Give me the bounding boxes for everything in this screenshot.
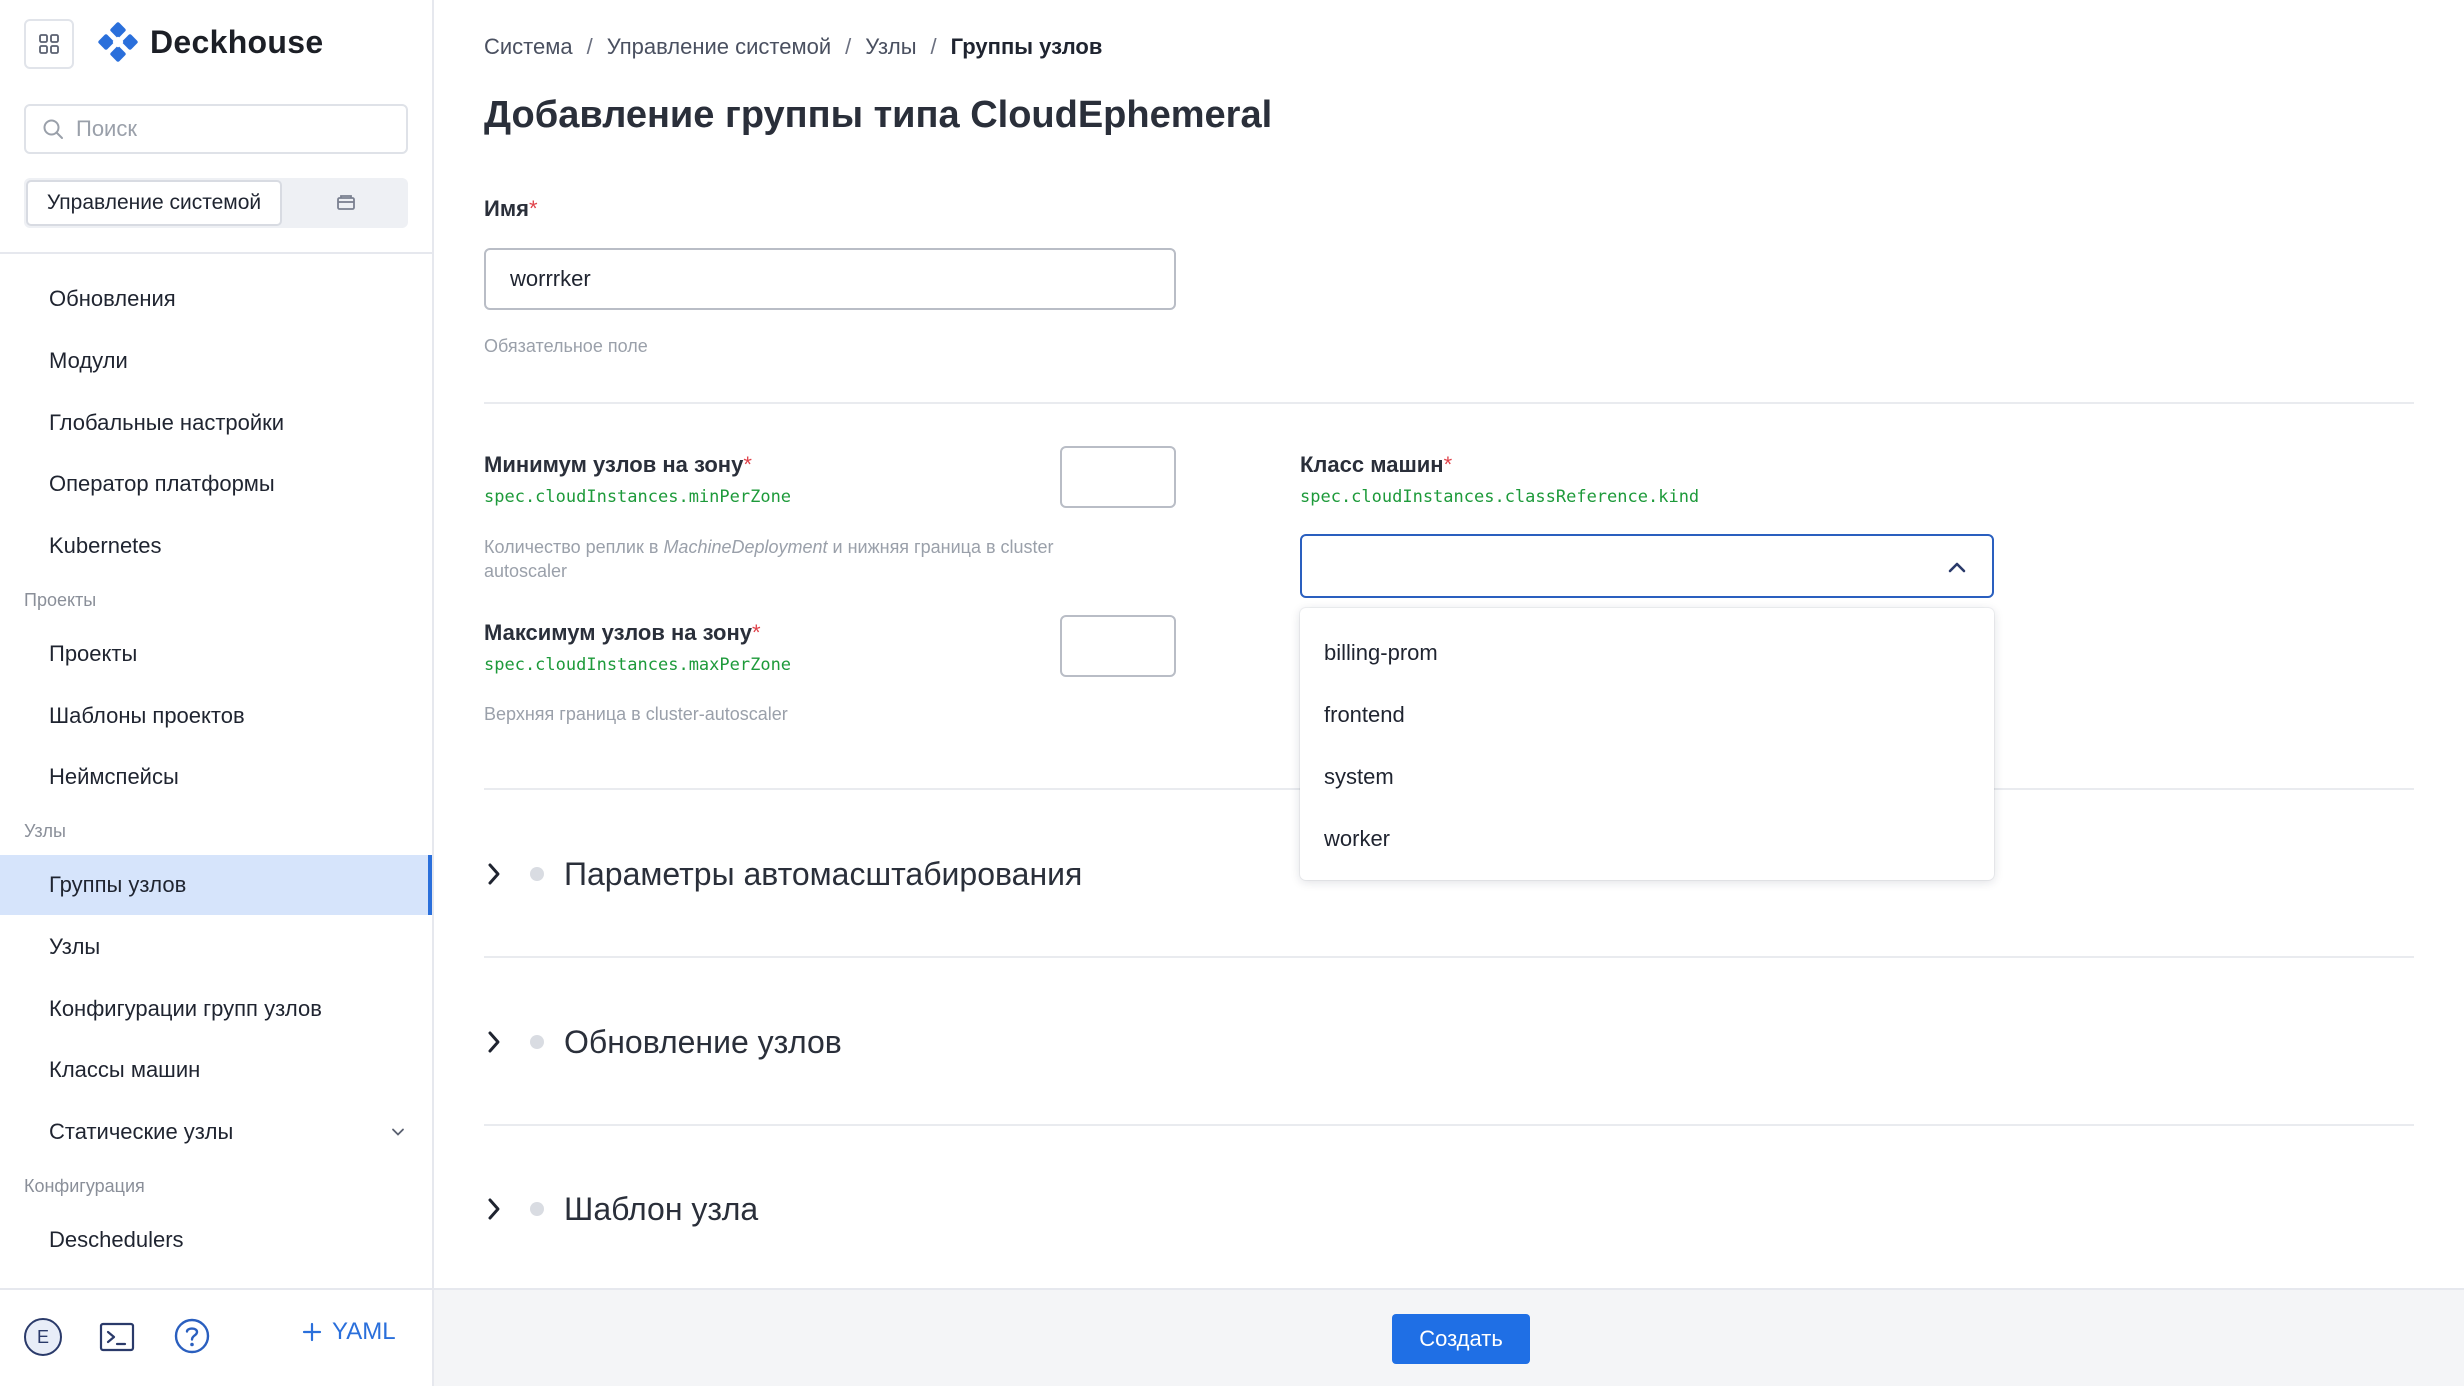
divider [484,1124,2414,1126]
breadcrumb-system[interactable]: Система [484,34,573,60]
brand-name: Deckhouse [150,23,324,60]
sidebar-section-nodes: Узлы [24,821,66,841]
sidebar-item-project-templates[interactable]: Шаблоны проектов [0,686,432,746]
apps-grid-button[interactable] [24,19,74,69]
required-marker: * [1443,452,1453,477]
required-marker: * [751,620,761,645]
chevron-right-icon-wrap [484,1196,514,1222]
min-per-zone-label: Минимум узлов на зону* [484,452,752,478]
sidebar-item-modules[interactable]: Модули [0,331,432,391]
accordion-node-updates[interactable]: Обновление узлов [484,1002,2414,1082]
scope-toggle: Управление системой [24,178,408,228]
brand[interactable]: Deckhouse [98,22,323,62]
dropdown-option-system[interactable]: system [1300,746,1994,808]
min-per-zone-label-text: Минимум узлов на зону [484,452,744,477]
sidebar-item-projects[interactable]: Проекты [0,624,432,684]
accordion-title: Шаблон узла [564,1190,759,1227]
breadcrumb-node-groups: Группы узлов [950,34,1103,59]
sidebar-item-static-nodes[interactable]: Статические узлы [0,1102,432,1162]
chevron-right-icon [488,1198,500,1220]
max-per-zone-input[interactable] [1060,615,1176,677]
chevron-right-icon-wrap [484,861,514,887]
chevron-down-icon [392,1128,404,1136]
sidebar-footer: E YAML [0,1288,432,1386]
status-dot [530,1035,544,1049]
yaml-label: YAML [332,1318,396,1345]
sidebar-item-node-groups[interactable]: Группы узлов [0,855,432,915]
sidebar-item-label: Статические узлы [49,1119,234,1144]
sidebar-section-configuration: Конфигурация [24,1176,145,1196]
name-input[interactable] [484,248,1176,310]
breadcrumb-separator: / [930,34,937,59]
required-marker: * [528,196,538,221]
terminal-icon[interactable] [98,1318,136,1356]
divider [484,402,2414,404]
breadcrumb-separator: / [845,34,852,59]
machine-class-dropdown: billing-prom frontend system worker [1300,608,1994,880]
min-per-zone-hint: Количество реплик в MachineDeployment и … [484,535,1084,583]
dropdown-option-worker[interactable]: worker [1300,808,1994,870]
min-per-zone-hint-prefix: Количество реплик в [484,537,664,557]
search-icon [43,119,63,139]
chevron-up-icon [1948,562,1966,573]
search-box[interactable] [24,104,408,154]
machine-class-path: spec.cloudInstances.classReference.kind [1300,487,1700,507]
accordion-title: Обновление узлов [564,1023,842,1060]
accordion-title: Параметры автомасштабирования [564,855,1083,892]
breadcrumb-separator: / [586,34,593,59]
name-label-text: Имя [484,196,529,221]
deckhouse-logo-icon [98,22,138,62]
name-label: Имя* [484,196,538,222]
accordion-node-template[interactable]: Шаблон узла [484,1169,2414,1249]
dropdown-option-billing-prom[interactable]: billing-prom [1300,622,1994,684]
min-per-zone-hint-emphasis: MachineDeployment [663,537,828,557]
sidebar-item-global-settings[interactable]: Глобальные настройки [0,393,432,453]
chevron-right-icon-wrap [484,1029,514,1055]
main-content: Система / Управление системой / Узлы / Г… [434,0,2464,1386]
user-avatar[interactable]: E [24,1318,62,1356]
required-marker: * [743,452,752,477]
status-dot [530,1202,544,1216]
breadcrumb-system-management[interactable]: Управление системой [607,34,831,60]
sidebar-item-machine-classes[interactable]: Классы машин [0,1040,432,1100]
chevron-right-icon [488,1031,500,1053]
machine-class-label-text: Класс машин [1300,452,1444,477]
sidebar-item-updates[interactable]: Обновления [0,269,432,329]
create-button[interactable]: Создать [1392,1314,1530,1364]
help-icon[interactable] [172,1316,212,1356]
name-hint: Обязательное поле [484,336,648,356]
min-per-zone-input[interactable] [1060,446,1176,508]
dropdown-option-frontend[interactable]: frontend [1300,684,1994,746]
scope-projects[interactable] [284,178,408,228]
sidebar-item-platform-operator[interactable]: Оператор платформы [0,454,432,514]
sidebar-item-nodes[interactable]: Узлы [0,917,432,977]
breadcrumb: Система / Управление системой / Узлы / Г… [484,34,1102,60]
max-per-zone-label: Максимум узлов на зону* [484,620,761,646]
sidebar: Deckhouse Управление системой Обновления… [0,0,434,1386]
form-footer: Создать [434,1288,2464,1386]
search-input[interactable] [76,116,376,142]
sidebar-item-node-group-configurations[interactable]: Конфигурации групп узлов [0,979,432,1039]
sidebar-item-kubernetes[interactable]: Kubernetes [0,516,432,576]
breadcrumb-nodes[interactable]: Узлы [865,34,916,60]
divider [484,956,2414,958]
plus-icon [302,1322,322,1342]
scope-system-management[interactable]: Управление системой [26,180,282,226]
page-title: Добавление группы типа CloudEphemeral [484,94,1273,136]
sidebar-section-projects: Проекты [24,590,97,610]
machine-class-label: Класс машин* [1300,452,1452,478]
chevron-right-icon [488,863,500,885]
max-per-zone-path: spec.cloudInstances.maxPerZone [484,655,792,675]
sidebar-divider [0,252,432,254]
sidebar-item-namespaces[interactable]: Неймспейсы [0,747,432,807]
folder-icon [337,195,355,210]
max-per-zone-hint: Верхняя граница в cluster-autoscaler [484,704,788,724]
min-per-zone-path: spec.cloudInstances.minPerZone [484,487,792,507]
status-dot [530,867,544,881]
machine-class-select[interactable] [1300,534,1994,598]
sidebar-item-deschedulers[interactable]: Deschedulers [0,1210,432,1270]
max-per-zone-label-text: Максимум узлов на зону [484,620,752,645]
add-yaml-button[interactable]: YAML [300,1318,396,1346]
apps-grid-icon [39,34,59,54]
